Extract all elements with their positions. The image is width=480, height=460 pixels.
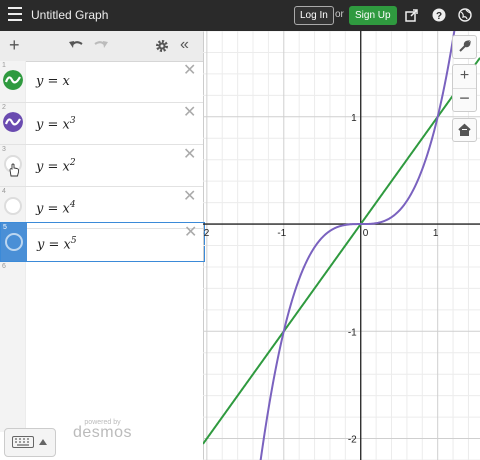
caret-up-icon: [39, 439, 47, 445]
expression-formula[interactable]: y = x: [36, 74, 70, 89]
graph-line-icon[interactable]: [3, 112, 23, 132]
expression-formula[interactable]: y = x3: [36, 116, 76, 132]
redo-icon[interactable]: [93, 39, 109, 51]
expression-row-2[interactable]: 2 y = x3 ✕: [0, 103, 203, 145]
zoom-in-icon[interactable]: +: [453, 65, 476, 89]
hidden-graph-toggle-icon[interactable]: [5, 233, 23, 251]
delete-expression-icon[interactable]: ✕: [183, 189, 196, 205]
delete-expression-icon[interactable]: ✕: [184, 225, 197, 241]
expression-gutter: 3: [0, 145, 26, 186]
globe-icon[interactable]: [458, 8, 472, 22]
powered-by-desmos-logo[interactable]: powered by desmos: [73, 419, 132, 442]
expression-index: 4: [2, 188, 6, 195]
delete-expression-icon[interactable]: ✕: [183, 147, 196, 163]
x-tick-label: -1: [277, 228, 286, 239]
expression-index: 6: [2, 263, 6, 270]
y-tick-label: 1: [351, 113, 357, 124]
svg-text:?: ?: [436, 11, 442, 22]
hidden-graph-toggle-icon[interactable]: [4, 197, 22, 215]
expression-gutter: 2: [0, 103, 26, 144]
collapse-panel-icon[interactable]: «: [180, 36, 189, 54]
expression-row-1[interactable]: 1 y = x ✕: [0, 61, 203, 103]
signup-button[interactable]: Sign Up: [349, 6, 397, 25]
graph-title[interactable]: Untitled Graph: [31, 8, 108, 22]
zoom-controls: + −: [452, 64, 477, 112]
y-tick-label: -1: [348, 327, 357, 338]
expression-toolbar: + «: [0, 31, 203, 62]
graph-settings-wrench-button[interactable]: [452, 35, 477, 59]
expression-index: 1: [2, 62, 6, 69]
expression-gutter: 6: [0, 262, 26, 432]
expression-gutter: 5: [1, 223, 27, 261]
or-label: or: [335, 9, 344, 20]
delete-expression-icon[interactable]: ✕: [183, 105, 196, 121]
share-icon[interactable]: [405, 8, 419, 22]
zoom-out-icon[interactable]: −: [453, 88, 476, 111]
expression-index: 2: [2, 104, 6, 111]
settings-gear-icon[interactable]: [155, 39, 169, 53]
graph-line-icon[interactable]: [3, 70, 23, 90]
x-tick-label: 0: [363, 228, 369, 239]
expression-row-3[interactable]: 3 y = x2 ✕: [0, 145, 203, 187]
expression-formula[interactable]: y = x2: [36, 158, 76, 174]
delete-expression-icon[interactable]: ✕: [183, 63, 196, 79]
undo-icon[interactable]: [68, 39, 84, 51]
expression-row-empty[interactable]: 6: [0, 262, 203, 432]
menu-icon[interactable]: [8, 7, 22, 21]
expression-index: 3: [2, 146, 6, 153]
x-tick-label: 1: [433, 228, 439, 239]
login-button[interactable]: Log In: [294, 6, 334, 25]
branding-name: desmos: [73, 424, 133, 441]
expression-gutter: 1: [0, 61, 26, 102]
hand-cursor-icon: [9, 163, 20, 177]
keypad-toggle-button[interactable]: [4, 428, 56, 457]
expression-row-5[interactable]: 5 y = x5 ✕: [0, 222, 205, 262]
expression-formula[interactable]: y = x4: [36, 200, 76, 216]
wrench-icon: [459, 40, 471, 52]
graph-canvas[interactable]: -2 -1 0 1 1 -1 -2: [203, 31, 480, 460]
x-tick-label: -2: [203, 228, 210, 239]
help-icon[interactable]: ?: [432, 8, 446, 22]
y-tick-label: -2: [348, 435, 357, 446]
grid-minor: [203, 31, 480, 460]
expression-list: + « 1 y = x ✕ 2 y = x3 ✕ 3 y = x2 ✕ 4 y …: [0, 31, 205, 460]
add-expression-icon[interactable]: +: [9, 36, 20, 54]
top-bar: Untitled Graph Log In or Sign Up ?: [0, 0, 480, 31]
default-viewport-button[interactable]: [452, 118, 477, 142]
keyboard-icon: [12, 436, 34, 448]
expression-formula[interactable]: y = x5: [37, 236, 77, 252]
expression-index: 5: [3, 224, 7, 231]
home-icon: [458, 123, 471, 136]
